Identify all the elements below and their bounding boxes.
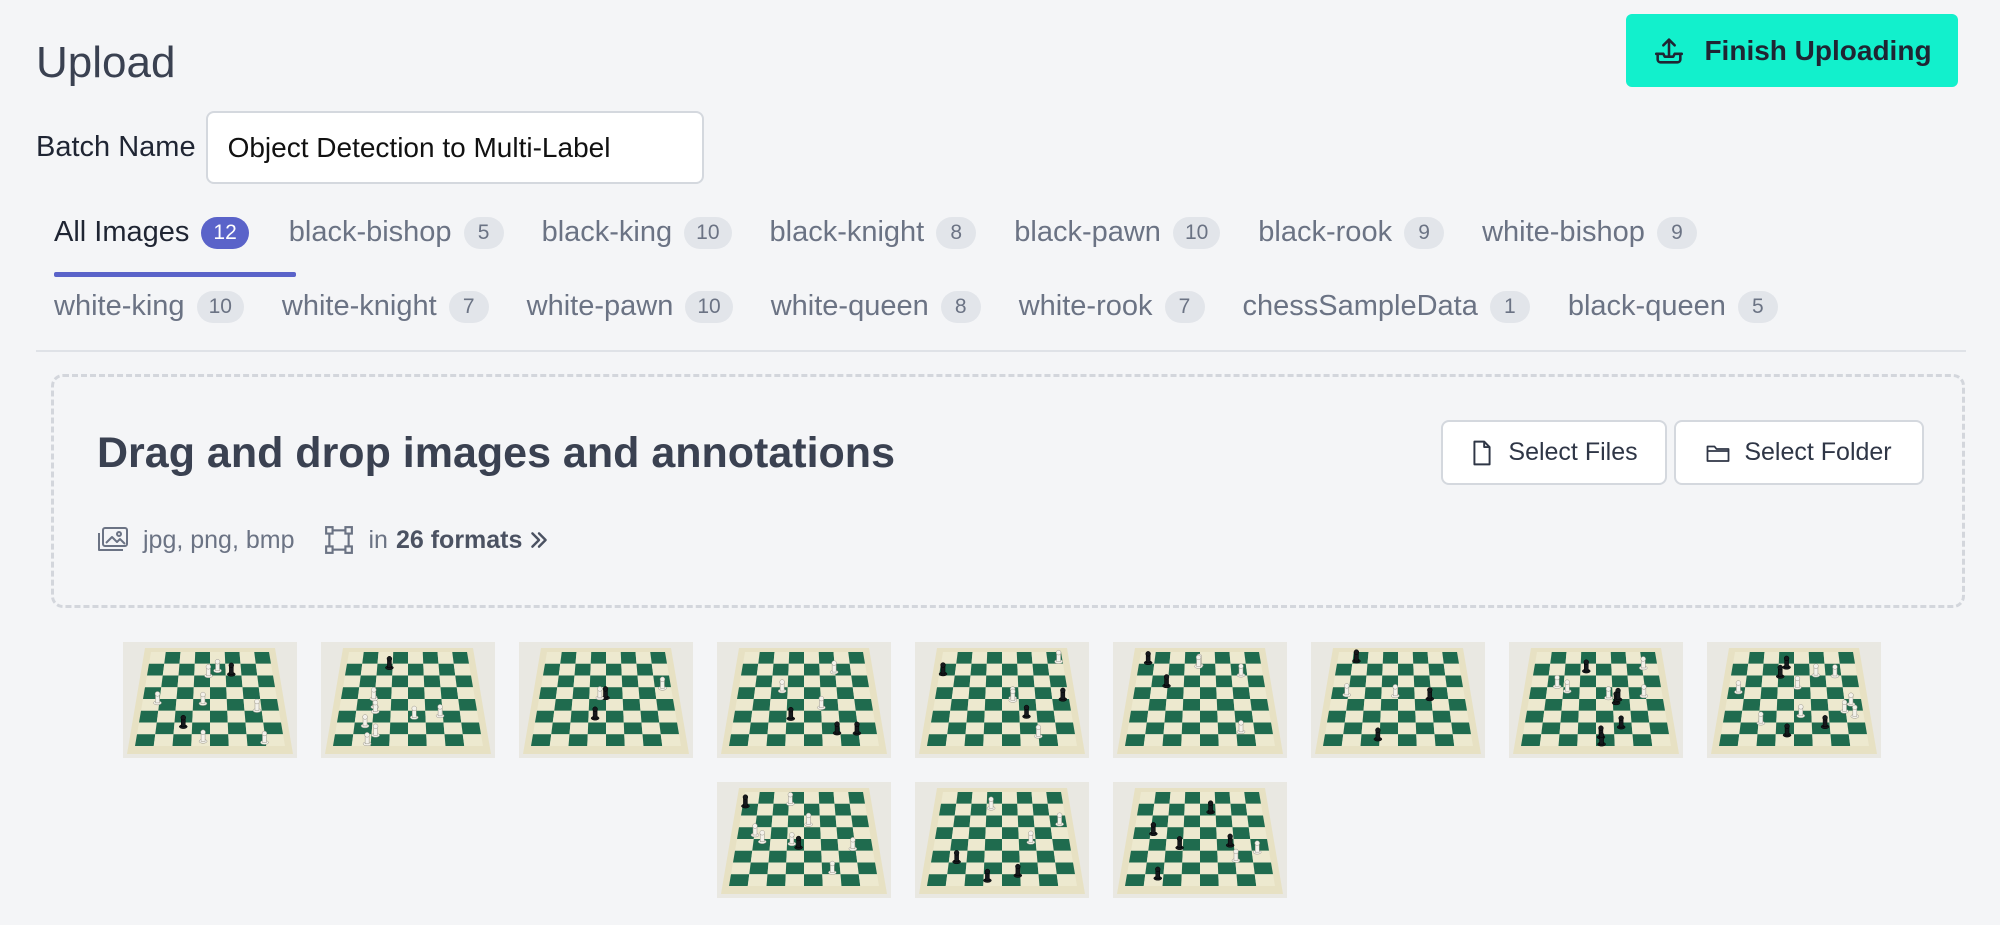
tab-label: black-queen [1567, 290, 1726, 322]
tab-count-badge: 10 [1172, 216, 1221, 249]
batch-name-label: Batch Name [36, 131, 196, 163]
tab-count-badge: 10 [685, 290, 733, 323]
tag-tabs: All Images 12 black-bishop 5 black-king … [36, 200, 1966, 352]
chessboard-image-6[interactable] [1113, 642, 1287, 758]
formats-prefix: in [368, 525, 388, 554]
tab-black-queen[interactable]: black-queen 5 [1568, 290, 1778, 323]
folder-icon [1706, 445, 1730, 462]
page-title: Upload [36, 38, 176, 87]
chessboard-image-10[interactable] [717, 782, 891, 898]
chessboard-image-1[interactable] [123, 642, 297, 758]
tab-label: black-pawn [1014, 216, 1161, 248]
tab-black-pawn[interactable]: black-pawn 10 [1014, 216, 1221, 249]
select-files-button[interactable]: Select Files [1441, 420, 1667, 485]
tab-black-knight[interactable]: black-knight 8 [770, 216, 977, 249]
image-types-text: jpg, png, bmp [143, 525, 295, 554]
tab-label: white-king [54, 290, 185, 322]
tab-white-king[interactable]: white-king 10 [54, 290, 244, 323]
tab-label: black-knight [769, 216, 925, 248]
chessboard-image-9[interactable] [1707, 642, 1881, 758]
tab-label: black-king [541, 216, 673, 248]
tab-label: white-bishop [1482, 216, 1645, 248]
tab-count-badge: 5 [1737, 290, 1778, 323]
batch-name-row: Batch Name [36, 111, 704, 184]
tab-count-badge: 7 [448, 290, 489, 323]
tab-label: chessSampleData [1242, 290, 1478, 322]
bounding-box-icon [324, 526, 353, 554]
chessboard-image-11[interactable] [915, 782, 1089, 898]
supported-formats: jpg, png, bmp in 26 formats [97, 525, 564, 555]
chessboard-image-4[interactable] [717, 642, 891, 758]
select-folder-label: Select Folder [1744, 438, 1892, 466]
select-files-label: Select Files [1508, 438, 1638, 466]
tab-white-queen[interactable]: white-queen 8 [771, 290, 981, 323]
chessboard-image-8[interactable] [1509, 642, 1683, 758]
tab-all-images[interactable]: All Images 12 [54, 216, 249, 249]
tab-black-rook[interactable]: black-rook 9 [1258, 216, 1445, 249]
tab-label: white-pawn [526, 290, 674, 322]
tab-white-pawn[interactable]: white-pawn 10 [527, 290, 733, 323]
tab-black-king[interactable]: black-king 10 [542, 216, 732, 249]
tab-white-rook[interactable]: white-rook 7 [1019, 290, 1205, 323]
upload-cloud-icon [1655, 37, 1684, 64]
batch-name-input[interactable] [205, 111, 704, 184]
chessboard-image-5[interactable] [915, 642, 1089, 758]
chessboard-image-3[interactable] [519, 642, 693, 758]
tab-label: white-knight [281, 290, 437, 322]
active-tab-underline [54, 272, 296, 277]
upload-dropzone[interactable]: Drag and drop images and annotations Sel… [51, 374, 1965, 608]
tab-count-badge: 8 [940, 290, 981, 323]
tab-white-bishop[interactable]: white-bishop 9 [1482, 216, 1697, 249]
double-chevron-right-icon[interactable] [528, 529, 550, 551]
select-folder-button[interactable]: Select Folder [1674, 420, 1924, 485]
tab-label: All Images [54, 216, 190, 248]
tab-label: black-bishop [288, 216, 452, 248]
tab-label: white-rook [1018, 290, 1153, 322]
finish-uploading-button[interactable]: Finish Uploading [1626, 14, 1958, 87]
tab-count-badge: 9 [1656, 216, 1697, 249]
tab-count-badge: 10 [196, 290, 244, 323]
tab-count-badge: 10 [684, 216, 732, 249]
finish-uploading-label: Finish Uploading [1704, 34, 1932, 66]
tab-count-badge: 8 [936, 216, 977, 249]
tab-count-badge: 9 [1404, 216, 1445, 249]
chessboard-image-2[interactable] [321, 642, 495, 758]
tab-black-bishop[interactable]: black-bishop 5 [289, 216, 504, 249]
formats-link[interactable]: 26 formats [396, 526, 522, 555]
images-icon [98, 527, 128, 551]
tab-chess-sample-data[interactable]: chessSampleData 1 [1243, 290, 1530, 323]
tab-count-badge: 1 [1489, 290, 1530, 323]
tab-count-badge: 7 [1164, 290, 1205, 323]
tab-count-badge: 12 [201, 216, 249, 249]
chessboard-image-7[interactable] [1311, 642, 1485, 758]
tab-white-knight[interactable]: white-knight 7 [282, 290, 489, 323]
dropzone-title: Drag and drop images and annotations [97, 429, 895, 477]
file-icon [1473, 440, 1491, 465]
chessboard-image-12[interactable] [1113, 782, 1287, 898]
tab-count-badge: 5 [463, 216, 504, 249]
tab-label: black-rook [1258, 216, 1393, 248]
tab-label: white-queen [770, 290, 929, 322]
